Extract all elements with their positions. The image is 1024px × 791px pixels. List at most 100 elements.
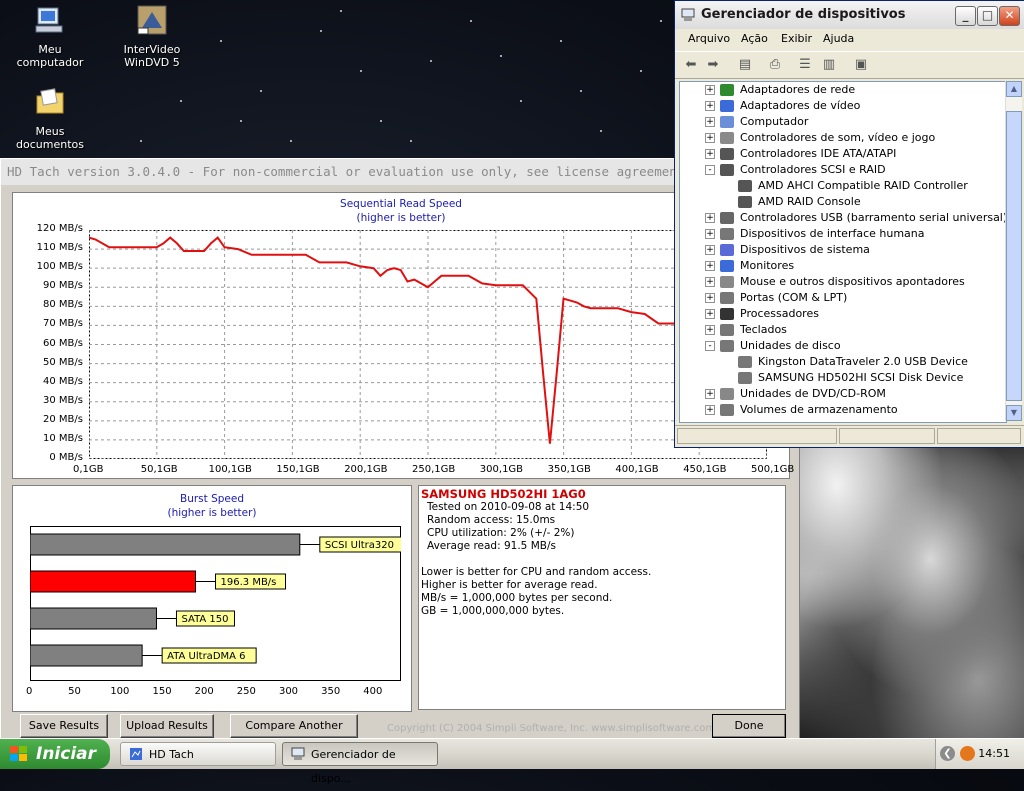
expand-toggle-icon[interactable]: + [705, 261, 715, 271]
scroll-thumb[interactable] [1006, 111, 1022, 401]
start-button[interactable]: Iniciar [0, 739, 110, 769]
expand-toggle-icon[interactable]: + [705, 229, 715, 239]
expand-toggle-icon[interactable]: + [705, 85, 715, 95]
windvd-icon [137, 5, 167, 35]
tree-item[interactable]: + Computador [680, 114, 1002, 130]
expand-toggle-icon[interactable]: + [705, 325, 715, 335]
print-icon[interactable]: ⎙ [767, 57, 783, 73]
expand-toggle-icon[interactable]: + [705, 405, 715, 415]
forward-arrow-icon[interactable]: ➡ [705, 57, 721, 73]
tree-item[interactable]: Kingston DataTraveler 2.0 USB Device [680, 354, 1002, 370]
sequential-chart-title: Sequential Read Speed [340, 198, 462, 210]
expand-toggle-icon[interactable]: + [705, 245, 715, 255]
maximize-button[interactable]: □ [977, 6, 998, 26]
star [560, 40, 562, 42]
burst-x-tick-label: 400 [363, 686, 383, 697]
close-button[interactable]: ✕ [999, 6, 1020, 26]
tree-item-label: AMD AHCI Compatible RAID Controller [758, 179, 968, 192]
star [380, 120, 382, 122]
tree-item[interactable]: + Mouse e outros dispositivos apontadores [680, 274, 1002, 290]
device-icon [720, 148, 734, 160]
expand-toggle-icon[interactable]: - [705, 341, 715, 351]
tree-item-label: Kingston DataTraveler 2.0 USB Device [758, 355, 968, 368]
expand-toggle-icon[interactable]: + [705, 101, 715, 111]
expand-toggle-icon[interactable]: + [705, 389, 715, 399]
back-arrow-icon[interactable]: ⬅ [683, 57, 699, 73]
y-tick-label: 60 MB/s [43, 337, 83, 349]
show-hide-tree-icon[interactable]: ▤ [737, 57, 753, 73]
tree-item[interactable]: + Volumes de armazenamento [680, 402, 1002, 418]
expand-toggle-icon[interactable]: + [705, 213, 715, 223]
desktop-icon-my-computer[interactable]: Meu computador [4, 4, 96, 69]
tree-item[interactable]: AMD RAID Console [680, 194, 1002, 210]
x-tick-label: 50,1GB [140, 464, 178, 475]
properties-icon[interactable]: ☰ [797, 57, 813, 73]
device-manager-icon [681, 8, 695, 21]
device-manager-title-bar[interactable]: Gerenciador de dispositivos _ □ ✕ [675, 1, 1024, 29]
device-icon [720, 260, 734, 272]
tray-expand-icon[interactable]: ❮ [940, 746, 955, 761]
tree-item[interactable]: + Controladores USB (barramento serial un… [680, 210, 1006, 226]
minimize-button[interactable]: _ [955, 6, 976, 26]
compare-drive-button[interactable]: Compare Another Drive [230, 714, 358, 754]
expand-toggle-icon[interactable]: + [705, 277, 715, 287]
star [320, 30, 322, 32]
star [290, 140, 292, 142]
tree-item-label: Dispositivos de sistema [740, 243, 870, 256]
burst-x-tick-label: 250 [236, 686, 256, 697]
done-button[interactable]: Done [712, 714, 786, 738]
scan-hardware-icon[interactable]: ▣ [853, 57, 869, 73]
menu-ajuda[interactable]: Ajuda [823, 32, 854, 45]
expand-toggle-icon[interactable]: + [705, 149, 715, 159]
device-icon [720, 116, 734, 128]
device-icon [720, 292, 734, 304]
upload-results-button[interactable]: Upload Results [120, 714, 214, 738]
tree-item[interactable]: + Unidades de DVD/CD-ROM [680, 386, 1002, 402]
desktop-icon-windvd[interactable]: InterVideo WinDVD 5 [106, 4, 198, 69]
computer-icon [35, 7, 63, 33]
tree-item-label: Volumes de armazenamento [740, 403, 898, 416]
x-tick-label: 450,1GB [683, 464, 727, 475]
tree-item[interactable]: + Teclados [680, 322, 1002, 338]
help-icon[interactable]: ▥ [821, 57, 837, 73]
device-icon [738, 196, 752, 208]
cpu-utilization: CPU utilization: 2% (+/- 2%) [427, 527, 575, 539]
tree-item[interactable]: + Controladores IDE ATA/ATAPI [680, 146, 1002, 162]
device-manager-app-icon [291, 747, 305, 760]
task-hdtach[interactable]: HD Tach [120, 742, 276, 766]
menu-arquivo[interactable]: Arquivo [688, 32, 730, 45]
tray-app-icon[interactable] [960, 746, 975, 761]
scroll-up-button[interactable]: ▲ [1006, 81, 1022, 97]
burst-x-tick-label: 200 [194, 686, 214, 697]
expand-toggle-icon[interactable]: + [705, 133, 715, 143]
expand-toggle-icon[interactable]: - [705, 165, 715, 175]
tree-item[interactable]: + Adaptadores de vídeo [680, 98, 1002, 114]
tree-item[interactable]: + Monitores [680, 258, 1002, 274]
desktop-icon-label: Meus documentos [16, 125, 84, 151]
expand-toggle-icon[interactable]: + [705, 117, 715, 127]
expand-toggle-icon[interactable]: + [705, 293, 715, 303]
tree-item[interactable]: AMD AHCI Compatible RAID Controller [680, 178, 1002, 194]
tree-item[interactable]: + Dispositivos de interface humana [680, 226, 1002, 242]
tree-item[interactable]: + Adaptadores de rede [680, 82, 1002, 98]
tree-item[interactable]: + Dispositivos de sistema [680, 242, 1002, 258]
scroll-down-button[interactable]: ▼ [1006, 405, 1022, 421]
menu-acao[interactable]: Ação [741, 32, 768, 45]
wallpaper-mountain [790, 440, 1024, 738]
tree-item[interactable]: - Controladores SCSI e RAID [680, 162, 1002, 178]
tree-item[interactable]: - Unidades de disco [680, 338, 1002, 354]
expand-toggle-icon[interactable]: + [705, 309, 715, 319]
device-icon [720, 164, 734, 176]
tree-item-label: Unidades de DVD/CD-ROM [740, 387, 886, 400]
tree-item[interactable]: + Controladores de som, vídeo e jogo [680, 130, 1002, 146]
tree-item[interactable]: SAMSUNG HD502HI SCSI Disk Device [680, 370, 1002, 386]
star [660, 20, 662, 22]
tree-item[interactable]: + Portas (COM & LPT) [680, 290, 1002, 306]
task-device-manager[interactable]: Gerenciador de dispo... [282, 742, 438, 785]
menu-exibir[interactable]: Exibir [781, 32, 812, 45]
burst-x-tick-label: 100 [110, 686, 130, 697]
tree-item[interactable]: + Processadores [680, 306, 1002, 322]
save-results-button[interactable]: Save Results [20, 714, 108, 738]
tree-scrollbar[interactable]: ▲ ▼ [1005, 81, 1022, 421]
desktop-icon-my-documents[interactable]: Meus documentos [4, 86, 96, 151]
